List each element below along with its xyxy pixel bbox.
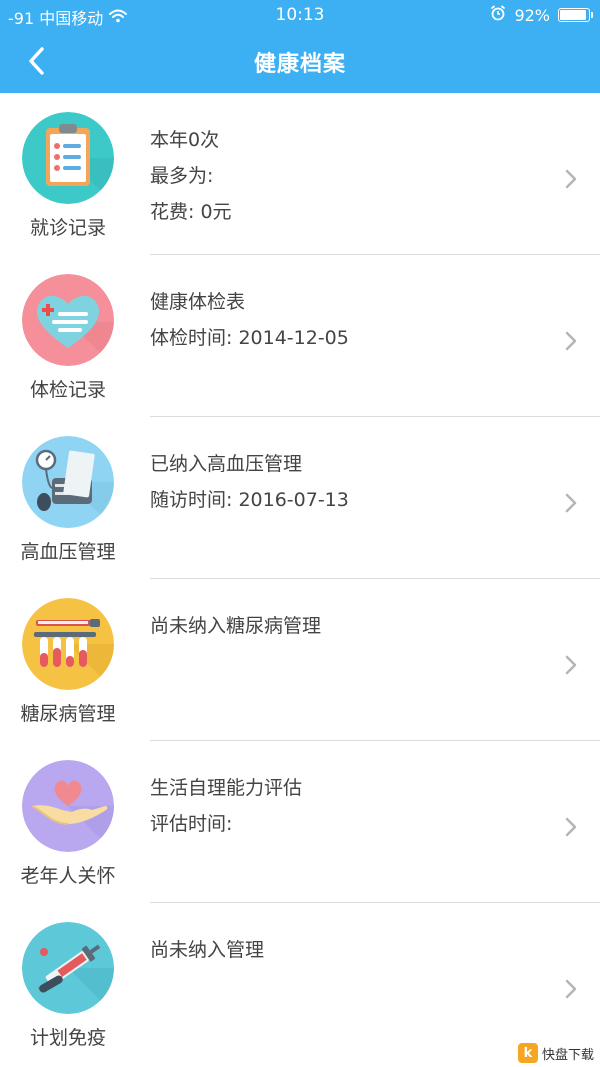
record-label: 体检记录 xyxy=(29,379,106,401)
record-details: 健康体检表 体检时间: 2014-12-05 xyxy=(150,289,349,361)
watermark-logo: k xyxy=(517,1043,538,1063)
record-label: 老年人关怀 xyxy=(20,865,116,887)
record-line: 尚未纳入管理 xyxy=(150,939,265,961)
top-bar: -91 中国移动 10:13 92% 健康档案 xyxy=(0,0,600,93)
record-line: 生活自理能力评估 xyxy=(150,777,303,799)
record-details: 尚未纳入管理 xyxy=(150,937,264,973)
chevron-right-icon xyxy=(565,817,577,837)
alarm-icon xyxy=(490,5,506,25)
record-label: 糖尿病管理 xyxy=(20,703,116,725)
record-label: 就诊记录 xyxy=(29,217,106,239)
chevron-right-icon xyxy=(565,331,577,351)
watermark: k 快盘下载 xyxy=(517,1043,594,1063)
clipboard-icon xyxy=(22,112,114,204)
page-title: 健康档案 xyxy=(253,52,346,77)
record-line: 已纳入高血压管理 xyxy=(150,453,303,475)
battery-fill xyxy=(560,10,586,20)
record-label: 计划免疫 xyxy=(29,1027,106,1049)
chevron-right-icon xyxy=(565,169,577,189)
record-row-checkup[interactable]: 体检记录 健康体检表 体检时间: 2014-12-05 xyxy=(0,255,600,417)
record-details: 本年0次 最多为: 花费: 0元 xyxy=(150,127,232,235)
record-line: 花费: 0元 xyxy=(150,201,232,223)
battery-percent: 92% xyxy=(514,5,550,25)
record-label: 高血压管理 xyxy=(20,541,116,563)
record-row-immunization[interactable]: 计划免疫 尚未纳入管理 xyxy=(0,903,600,1065)
record-row-hypertension[interactable]: 高血压管理 已纳入高血压管理 随访时间: 2016-07-13 xyxy=(0,417,600,579)
status-bar: -91 中国移动 10:13 92% xyxy=(0,0,600,30)
record-row-diabetes[interactable]: 糖尿病管理 尚未纳入糖尿病管理 xyxy=(0,579,600,741)
record-line: 随访时间: 2016-07-13 xyxy=(150,489,349,511)
record-list: 就诊记录 本年0次 最多为: 花费: 0元 体检记录 健康体检表 体检时间: 2… xyxy=(0,93,600,1065)
record-line: 最多为: xyxy=(150,165,214,187)
battery-icon xyxy=(558,8,593,22)
chevron-right-icon xyxy=(565,655,577,675)
record-line: 健康体检表 xyxy=(150,291,246,313)
chevron-right-icon xyxy=(565,979,577,999)
heart-hand-icon xyxy=(22,760,114,852)
record-row-elderly[interactable]: 老年人关怀 生活自理能力评估 评估时间: xyxy=(0,741,600,903)
heart-icon xyxy=(22,274,114,366)
record-line: 本年0次 xyxy=(150,129,220,151)
watermark-text: 快盘下载 xyxy=(541,1047,594,1063)
record-line: 评估时间: xyxy=(150,813,233,835)
record-line: 尚未纳入糖尿病管理 xyxy=(150,615,322,637)
record-details: 生活自理能力评估 评估时间: xyxy=(150,775,302,847)
record-line: 体检时间: 2014-12-05 xyxy=(150,327,349,349)
status-right: 92% xyxy=(490,5,593,25)
record-row-visit[interactable]: 就诊记录 本年0次 最多为: 花费: 0元 xyxy=(0,93,600,255)
record-details: 尚未纳入糖尿病管理 xyxy=(150,613,321,649)
blood-pressure-icon xyxy=(22,436,114,528)
nav-bar: 健康档案 xyxy=(0,30,600,93)
test-tube-icon xyxy=(22,598,114,690)
chevron-right-icon xyxy=(565,493,577,513)
record-details: 已纳入高血压管理 随访时间: 2016-07-13 xyxy=(150,451,349,523)
syringe-icon xyxy=(22,922,114,1014)
